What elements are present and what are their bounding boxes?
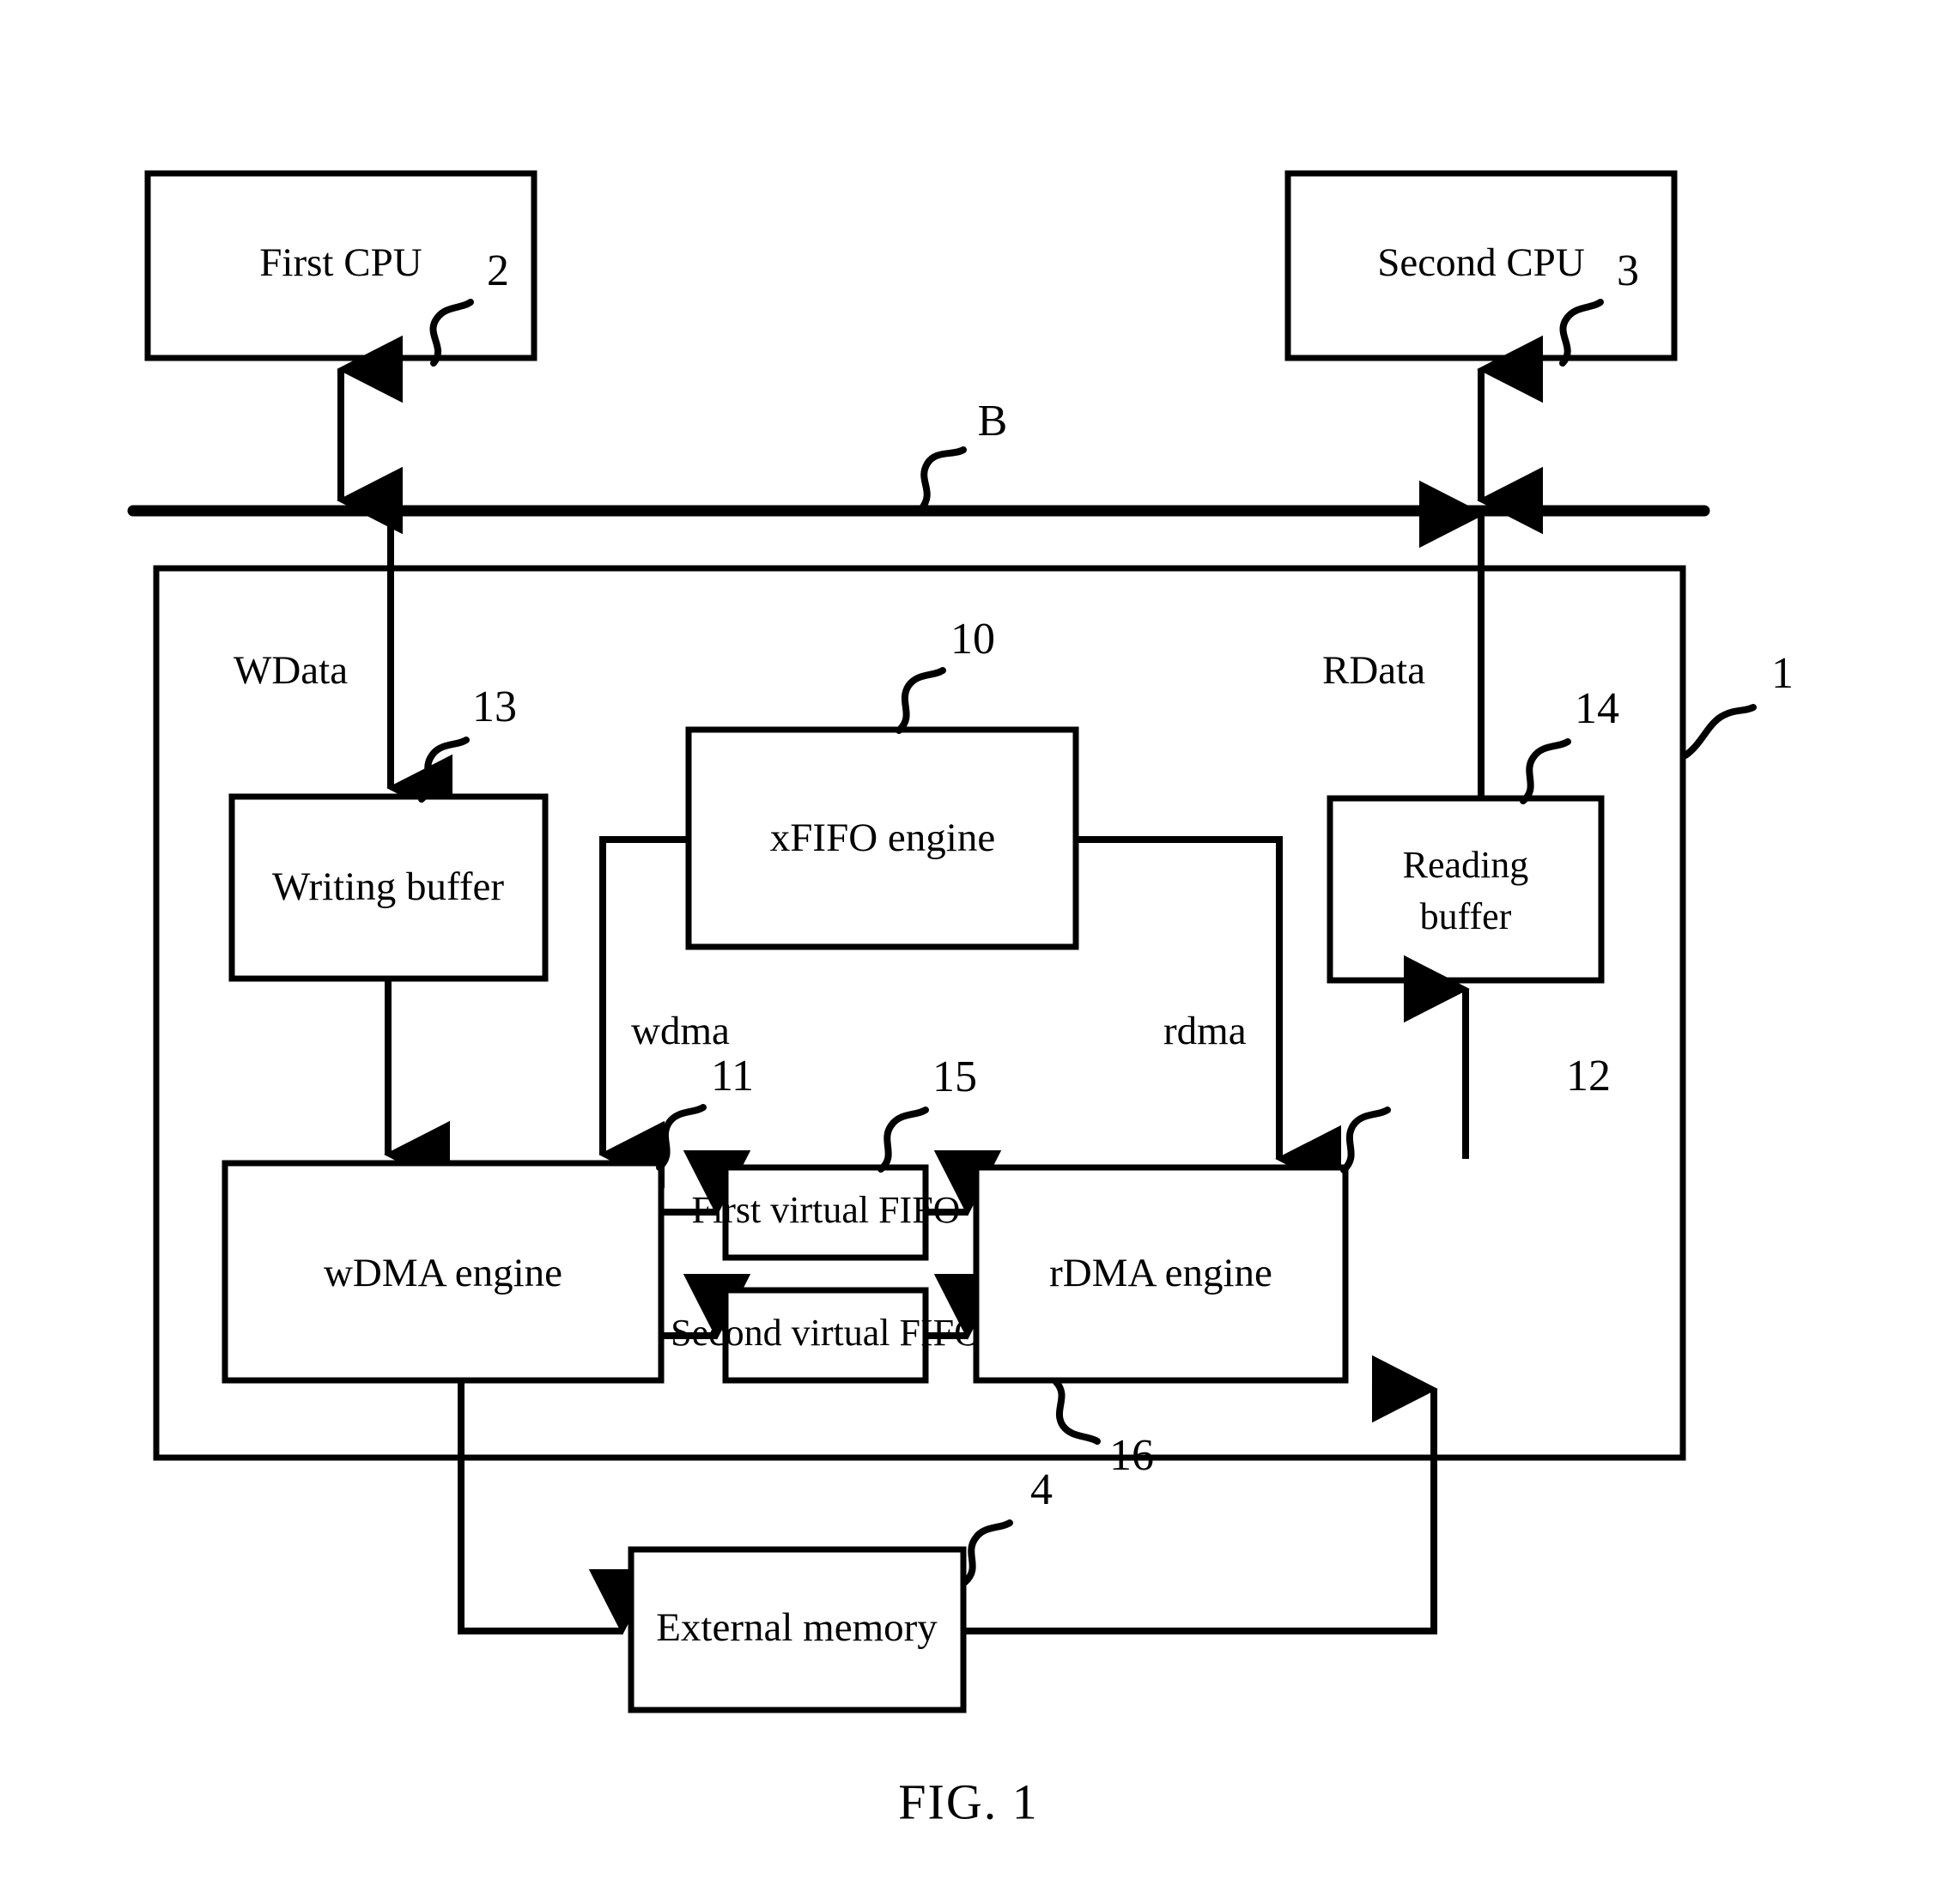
rdma-engine-label: rDMA engine bbox=[1049, 1251, 1272, 1295]
ref-numeral-first-cpu: 2 bbox=[487, 246, 509, 295]
reading-buffer-label-line1: Reading bbox=[1403, 844, 1529, 886]
first-cpu-label: First CPU bbox=[259, 240, 422, 285]
rdata-signal-label: RData bbox=[1322, 648, 1425, 693]
writing-buffer-label: Writing buffer bbox=[272, 864, 504, 909]
ref-numeral-rdma-engine: 12 bbox=[1566, 1052, 1611, 1101]
first-cpu-block: First CPU bbox=[144, 170, 537, 361]
reading-buffer-label-line2: buffer bbox=[1420, 895, 1512, 937]
rdma-signal-label: rdma bbox=[1163, 1009, 1247, 1053]
bus-leader-line bbox=[918, 446, 967, 512]
ref-numeral-writing-buffer: 13 bbox=[472, 682, 517, 731]
ref-numeral-xfifo-engine: 10 bbox=[950, 615, 995, 664]
ref-numeral-reading-buffer: 14 bbox=[1575, 684, 1619, 733]
figure-caption: FIG. 1 bbox=[898, 1774, 1038, 1829]
first-virtual-fifo-block: First virtual FIFO bbox=[692, 1164, 961, 1261]
figure-canvas: First CPU 2 Second CPU 3 B 1 WData RData… bbox=[127, 170, 1794, 1829]
wdata-signal-label: WData bbox=[234, 648, 348, 693]
reading-buffer-box bbox=[1327, 795, 1605, 984]
ref-numeral-bus: B bbox=[978, 397, 1008, 446]
ref-numeral-first-virtual-fifo: 15 bbox=[932, 1052, 977, 1101]
ref-numeral-wdma-engine: 11 bbox=[711, 1052, 754, 1101]
rdma-engine-block: rDMA engine bbox=[973, 1164, 1349, 1384]
wdma-engine-label: wDMA engine bbox=[324, 1251, 562, 1295]
external-memory-leader-line bbox=[962, 1519, 1013, 1586]
ref-numeral-second-virtual-fifo: 16 bbox=[1109, 1431, 1154, 1480]
writing-buffer-block: Writing buffer bbox=[228, 793, 549, 982]
system-leader-line bbox=[1682, 704, 1757, 759]
first-virtual-fifo-label: First virtual FIFO bbox=[692, 1189, 961, 1231]
reading-buffer-block: Reading buffer bbox=[1327, 795, 1605, 984]
ref-numeral-system: 1 bbox=[1771, 649, 1794, 698]
ref-numeral-second-cpu: 3 bbox=[1617, 246, 1639, 295]
xfifo-engine-label: xFIFO engine bbox=[770, 816, 995, 860]
wdma-signal-label: wdma bbox=[631, 1009, 730, 1053]
xfifo-engine-block: xFIFO engine bbox=[685, 726, 1079, 950]
external-memory-block: External memory bbox=[628, 1546, 967, 1713]
patent-figure: First CPU 2 Second CPU 3 B 1 WData RData… bbox=[0, 0, 1943, 1904]
wdma-engine-block: wDMA engine bbox=[222, 1160, 665, 1384]
second-cpu-label: Second CPU bbox=[1377, 240, 1585, 285]
external-memory-label: External memory bbox=[656, 1605, 938, 1650]
ref-numeral-external-memory: 4 bbox=[1030, 1465, 1053, 1514]
